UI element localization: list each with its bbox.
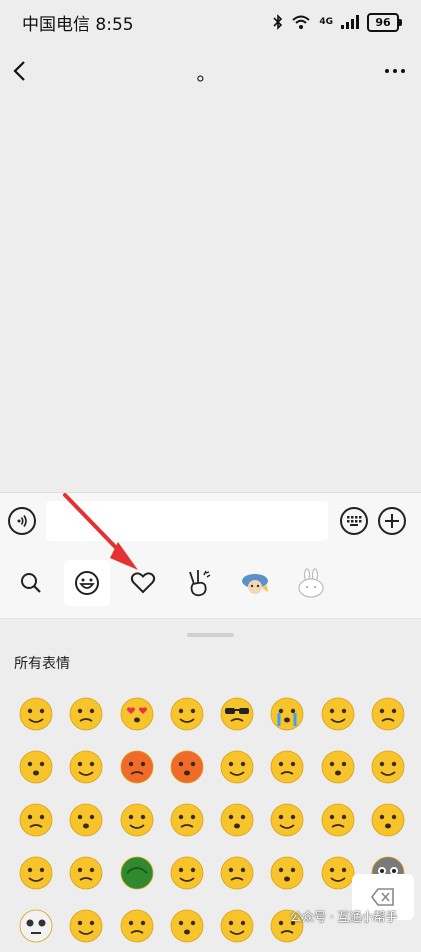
emoji-awkward[interactable] — [313, 740, 363, 793]
more-icon[interactable] — [385, 69, 405, 73]
drag-handle[interactable] — [187, 633, 234, 637]
emoji-shy[interactable] — [262, 793, 312, 846]
emoji-laughing[interactable] — [61, 793, 111, 846]
signal-icon — [341, 15, 359, 29]
emoji-zzz[interactable] — [11, 740, 61, 793]
emoji-grin[interactable] — [262, 740, 312, 793]
wifi-icon — [292, 15, 311, 29]
network-type: 4G — [319, 17, 333, 27]
emoji-mouth-zipped[interactable] — [363, 687, 413, 740]
emoji-face-palm[interactable] — [262, 899, 312, 952]
emoji-excited[interactable] — [61, 846, 111, 899]
emoji-happy[interactable] — [212, 793, 262, 846]
tab-sticker-rabbit[interactable] — [288, 560, 334, 606]
tab-search[interactable] — [8, 560, 54, 606]
chat-area — [0, 94, 421, 492]
emoji-smile[interactable] — [11, 687, 61, 740]
emoji-shush[interactable] — [262, 846, 312, 899]
emoji-frown[interactable] — [313, 793, 363, 846]
emoji-blushing[interactable] — [112, 740, 162, 793]
emoji-crying[interactable] — [262, 687, 312, 740]
emoji-sick[interactable] — [112, 793, 162, 846]
emoji-question[interactable] — [212, 846, 262, 899]
tab-sticker-pack[interactable] — [232, 560, 278, 606]
emoji-pouting[interactable] — [212, 899, 262, 952]
emoji-surprised[interactable] — [11, 793, 61, 846]
battery-icon: 96 — [367, 12, 402, 32]
emoji-heart-eyes[interactable] — [112, 687, 162, 740]
battery-level: 96 — [375, 15, 391, 29]
keyboard-button[interactable] — [340, 506, 368, 535]
back-icon[interactable] — [12, 60, 28, 82]
emoji-furious[interactable] — [162, 740, 212, 793]
watermark: 公众号 · 互通小帮手 — [290, 910, 398, 924]
emoji-turtle[interactable] — [112, 846, 162, 899]
sticker-pack-icon — [242, 574, 268, 594]
keyboard-icon — [347, 515, 362, 526]
emoji-shocked[interactable] — [162, 687, 212, 740]
emoji-angry-tears[interactable] — [61, 740, 111, 793]
voice-icon — [17, 514, 27, 527]
plus-icon — [385, 513, 399, 528]
emoji-busy[interactable] — [61, 899, 111, 952]
search-icon — [21, 573, 41, 593]
emoji-skeptical[interactable] — [363, 793, 413, 846]
status-bar: 中国电信 8:55 4G 96 — [0, 0, 421, 44]
emoji-sad[interactable] — [363, 740, 413, 793]
voice-button[interactable] — [8, 506, 36, 535]
add-button[interactable] — [378, 506, 406, 535]
rabbit-icon — [298, 568, 324, 598]
carrier-time: 中国电信 8:55 — [22, 14, 134, 35]
nav-bar: 。 — [0, 48, 421, 94]
chat-title: 。 — [196, 60, 217, 85]
backspace-icon — [371, 888, 394, 906]
emoji-thinking[interactable] — [112, 899, 162, 952]
bluetooth-icon — [273, 14, 283, 30]
emoji-covering-mouth[interactable] — [162, 793, 212, 846]
tab-sticker-hand[interactable] — [176, 560, 222, 606]
emoji-worried[interactable] — [61, 687, 111, 740]
emoji-cool[interactable] — [212, 687, 262, 740]
victory-hand-icon — [189, 570, 211, 597]
emoji-mad[interactable] — [11, 846, 61, 899]
emoji-wink[interactable] — [212, 740, 262, 793]
emoji-skull[interactable] — [11, 899, 61, 952]
panel-title: 所有表情 — [14, 656, 70, 672]
emoji-sweat[interactable] — [162, 899, 212, 952]
emoji-sleepy[interactable] — [313, 687, 363, 740]
emoji-evil-grin[interactable] — [162, 846, 212, 899]
annotation-arrow-icon — [63, 493, 138, 570]
status-icons: 4G 96 — [273, 12, 402, 32]
